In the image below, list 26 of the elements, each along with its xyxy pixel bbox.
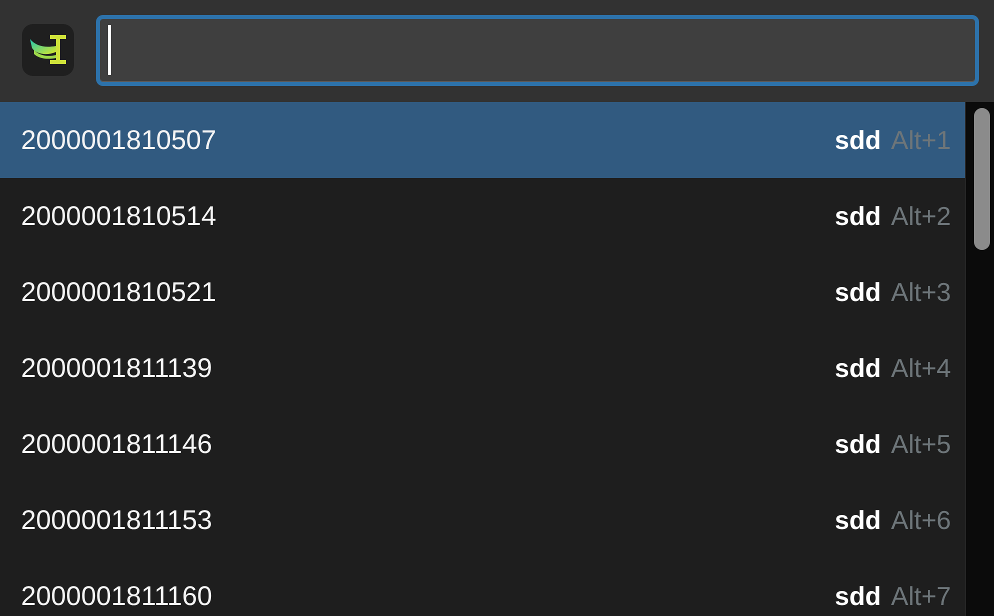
shortcut-hint: Alt+2	[891, 200, 951, 232]
result-item[interactable]: 2000001810507 sdd Alt+1	[0, 102, 965, 178]
shortcut-hint: Alt+7	[891, 580, 951, 612]
scrollbar-thumb[interactable]	[974, 108, 990, 250]
shortcut-hint: Alt+5	[891, 428, 951, 460]
result-text: 2000001810507	[21, 124, 216, 156]
shortcut-hint: Alt+6	[891, 504, 951, 536]
shortcut-hint: Alt+3	[891, 276, 951, 308]
result-tag: sdd	[834, 580, 881, 612]
result-tag: sdd	[834, 124, 881, 156]
result-text: 2000001811146	[21, 428, 212, 460]
result-tag: sdd	[834, 352, 881, 384]
result-text: 2000001810521	[21, 276, 216, 308]
result-tag: sdd	[834, 276, 881, 308]
shortcut-hint: Alt+4	[891, 352, 951, 384]
result-tag: sdd	[834, 428, 881, 460]
result-text: 2000001811153	[21, 504, 212, 536]
search-field[interactable]	[96, 14, 979, 86]
app-icon	[22, 24, 74, 76]
shortcut-hint: Alt+1	[891, 124, 951, 156]
result-text: 2000001810514	[21, 200, 216, 232]
result-text: 2000001811160	[21, 580, 212, 612]
result-tag: sdd	[834, 200, 881, 232]
result-text: 2000001811139	[21, 352, 212, 384]
result-tag: sdd	[834, 504, 881, 536]
text-cursor-icon	[108, 25, 111, 75]
